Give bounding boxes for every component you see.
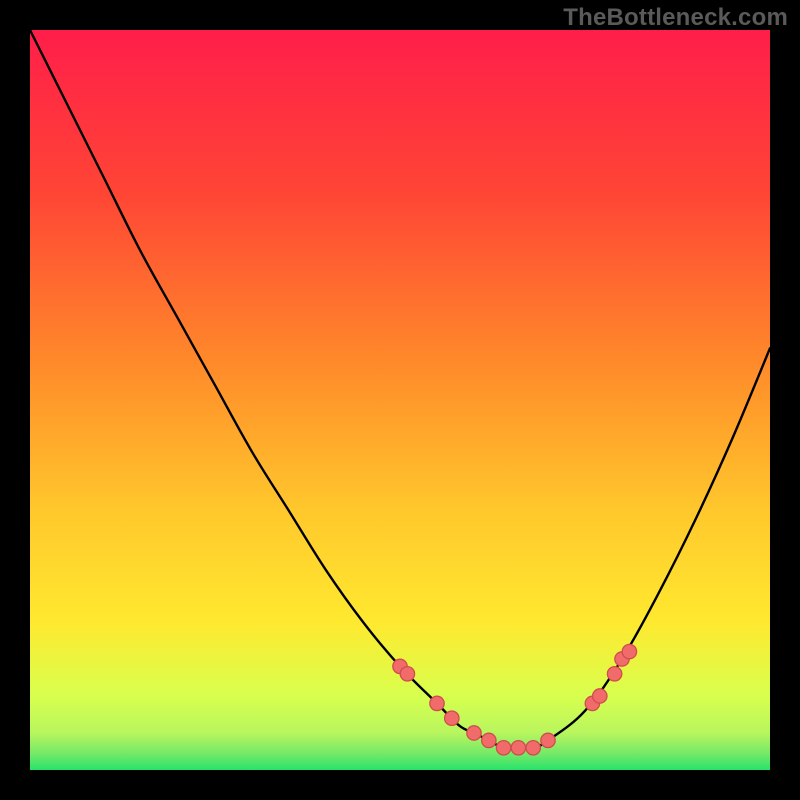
marker-dot	[541, 733, 555, 747]
marker-dot	[526, 741, 540, 755]
marker-dot	[400, 667, 414, 681]
marker-dot	[511, 741, 525, 755]
marker-dot	[607, 667, 621, 681]
marker-dot	[482, 733, 496, 747]
plot-area	[30, 30, 770, 770]
marker-dot	[593, 689, 607, 703]
chart-frame: TheBottleneck.com	[0, 0, 800, 800]
marker-dot	[622, 644, 636, 658]
marker-dot	[496, 741, 510, 755]
watermark-text: TheBottleneck.com	[563, 4, 788, 32]
marker-dot	[445, 711, 459, 725]
plot-svg	[30, 30, 770, 770]
marker-dot	[430, 696, 444, 710]
marker-dot	[467, 726, 481, 740]
